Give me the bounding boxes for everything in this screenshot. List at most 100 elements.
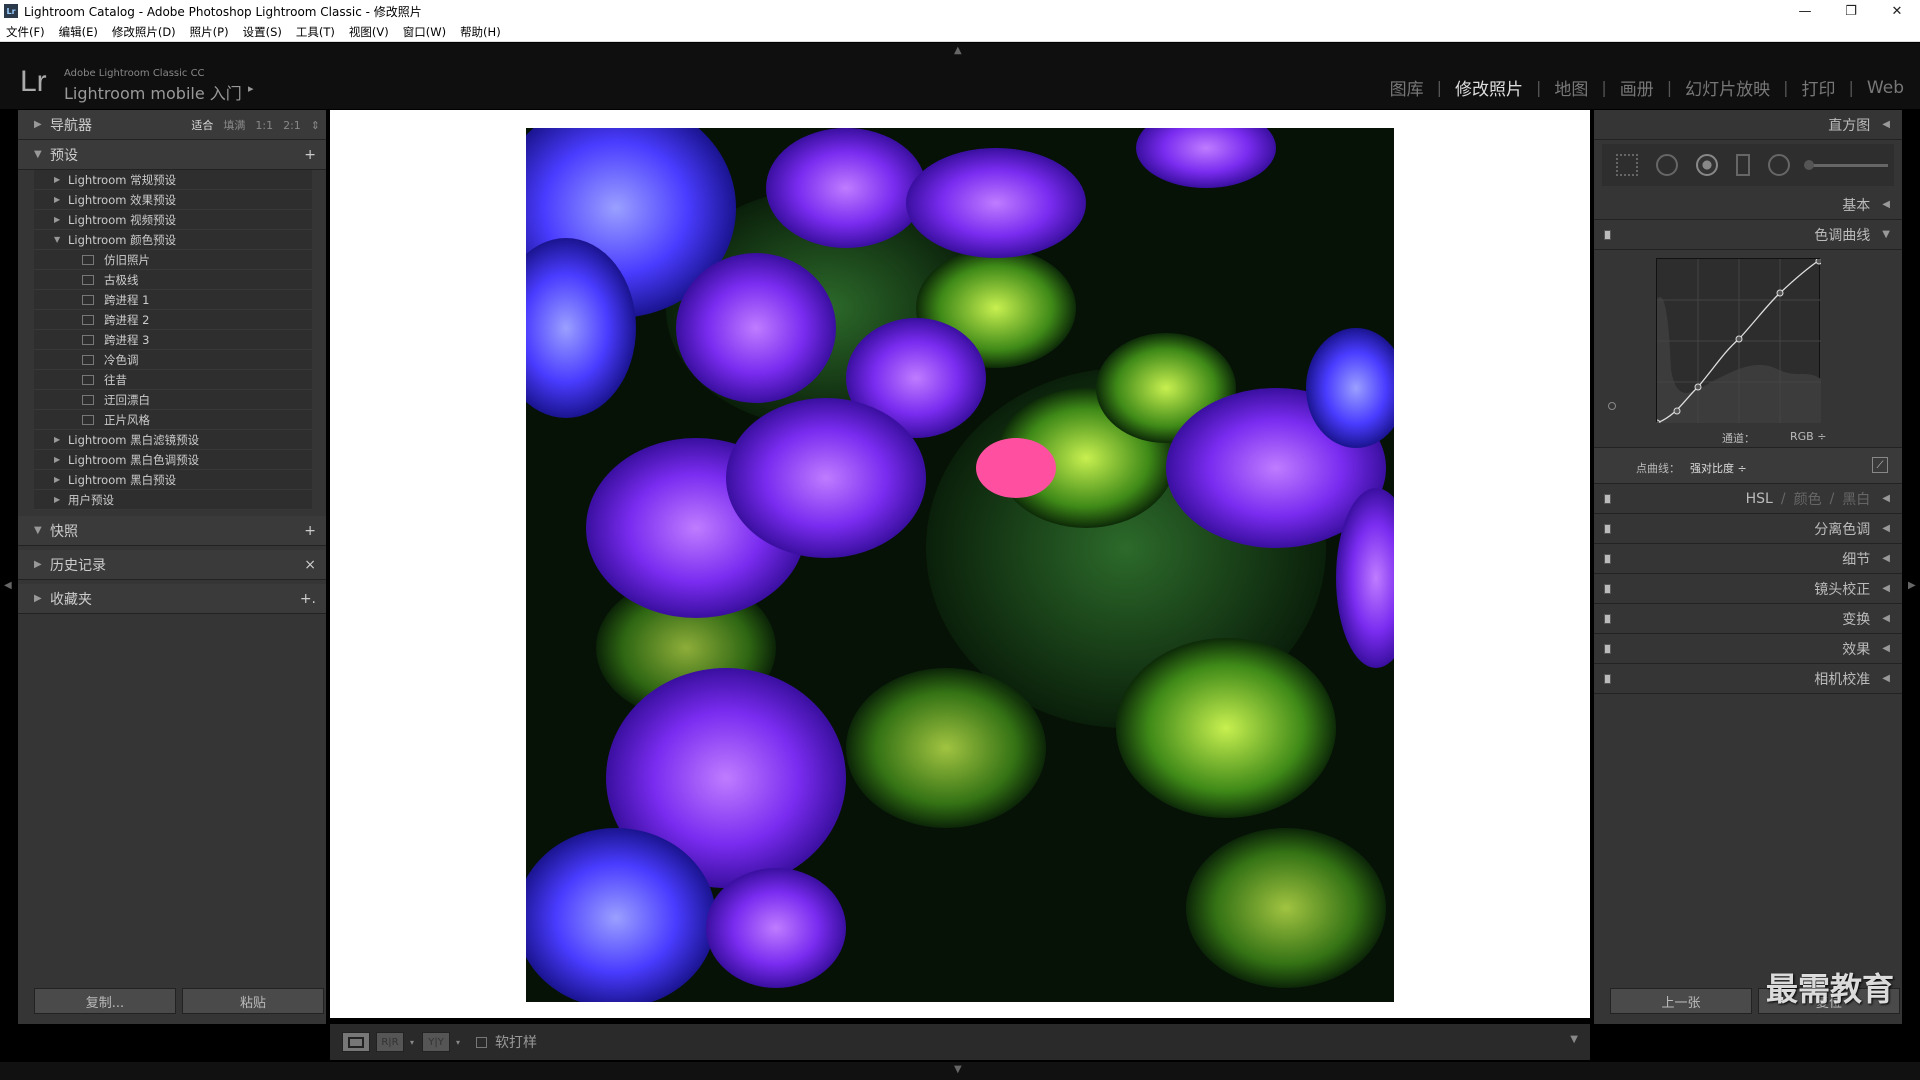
folder-collapsed-icon[interactable]: ▶ [54, 455, 68, 464]
add-snapshot-icon[interactable]: + [304, 523, 316, 539]
panel-on-off-switch[interactable] [1604, 524, 1611, 534]
zoom-fill[interactable]: 填满 [223, 117, 245, 133]
history-header[interactable]: ▶ 历史记录 × [18, 550, 326, 580]
histogram-header[interactable]: 直方图 ◀ [1594, 110, 1902, 140]
soft-proofing-checkbox[interactable] [476, 1036, 488, 1048]
panel-on-off-switch[interactable] [1604, 554, 1611, 564]
module-web[interactable]: Web [1867, 78, 1904, 98]
module-map[interactable]: 地图 [1554, 75, 1588, 100]
panel-on-off-switch[interactable] [1604, 644, 1611, 654]
before-after-swap-button[interactable]: Y|Y [422, 1032, 451, 1052]
preset-item[interactable]: 跨进程 1 [34, 290, 312, 310]
lens-corrections-header[interactable]: 镜头校正 ◀ [1594, 574, 1902, 604]
preset-folder[interactable]: ▶ Lightroom 黑白滤镜预设 [34, 430, 312, 450]
toolbar-options-dropdown-icon[interactable]: ▼ [1570, 1034, 1578, 1045]
red-eye-tool-icon[interactable] [1696, 154, 1718, 176]
menu-develop[interactable]: 修改照片(D) [112, 24, 176, 40]
module-library[interactable]: 图库 [1390, 75, 1424, 100]
module-print[interactable]: 打印 [1802, 75, 1836, 100]
swap-dropdown-icon[interactable]: ▾ [456, 1038, 460, 1047]
menu-help[interactable]: 帮助(H) [460, 24, 501, 40]
preset-folder[interactable]: ▶ Lightroom 常规预设 [34, 170, 312, 190]
close-button[interactable]: ✕ [1874, 0, 1920, 22]
panel-on-off-switch[interactable] [1604, 230, 1611, 240]
hsl-tab[interactable]: HSL [1746, 491, 1773, 507]
preset-item[interactable]: 往昔 [34, 370, 312, 390]
copy-settings-button[interactable]: 复制... [34, 988, 176, 1014]
hsl-header[interactable]: HSL / 颜色 / 黑白 ◀ [1594, 484, 1902, 514]
folder-collapsed-icon[interactable]: ▶ [54, 175, 68, 184]
preset-item[interactable]: 仿旧照片 [34, 250, 312, 270]
point-curve-select[interactable]: 强对比度 ÷ [1690, 460, 1747, 476]
preset-item[interactable]: 古极线 [34, 270, 312, 290]
preset-folder[interactable]: ▶ 用户预设 [34, 490, 312, 510]
preset-item[interactable]: 冷色调 [34, 350, 312, 370]
play-arrow-icon[interactable]: ▸ [248, 82, 254, 95]
adjustment-brush-slider[interactable] [1804, 159, 1888, 170]
left-panel-toggle-icon[interactable]: ◀ [4, 580, 12, 591]
module-book[interactable]: 画册 [1620, 75, 1654, 100]
menu-settings[interactable]: 设置(S) [243, 24, 282, 40]
lightroom-mobile-link[interactable]: Lightroom mobile 入门 [64, 80, 242, 104]
zoom-2-1[interactable]: 2:1 [283, 119, 301, 132]
detail-header[interactable]: 细节 ◀ [1594, 544, 1902, 574]
top-panel-toggle-icon[interactable]: ▲ [954, 45, 962, 56]
menu-file[interactable]: 文件(F) [6, 24, 45, 40]
preset-item[interactable]: 跨进程 3 [34, 330, 312, 350]
tone-curve-graph[interactable] [1653, 257, 1823, 427]
transform-header[interactable]: 变换 ◀ [1594, 604, 1902, 634]
preset-folder[interactable]: ▶ Lightroom 视频预设 [34, 210, 312, 230]
collections-header[interactable]: ▶ 收藏夹 +. [18, 584, 326, 614]
menu-window[interactable]: 窗口(W) [403, 24, 446, 40]
preset-folder[interactable]: ▼ Lightroom 颜色预设 [34, 230, 312, 250]
effects-header[interactable]: 效果 ◀ [1594, 634, 1902, 664]
folder-expanded-icon[interactable]: ▼ [54, 235, 68, 244]
panel-on-off-switch[interactable] [1604, 674, 1611, 684]
paste-settings-button[interactable]: 粘贴 [182, 988, 324, 1014]
image-canvas[interactable] [330, 110, 1590, 1018]
crop-tool-icon[interactable] [1616, 154, 1638, 176]
folder-collapsed-icon[interactable]: ▶ [54, 475, 68, 484]
soft-proofing-toggle[interactable]: 软打样 [476, 1032, 537, 1052]
minimize-button[interactable]: — [1782, 0, 1828, 22]
zoom-fit[interactable]: 适合 [191, 117, 213, 133]
graduated-filter-icon[interactable] [1736, 154, 1750, 176]
split-toning-header[interactable]: 分离色调 ◀ [1594, 514, 1902, 544]
presets-header[interactable]: ▼ 预设 + [18, 140, 326, 170]
navigator-header[interactable]: ▶ 导航器 适合 填满 1:1 2:1 ⇕ [18, 110, 326, 140]
bottom-panel-toggle-icon[interactable]: ▼ [954, 1064, 962, 1075]
panel-on-off-switch[interactable] [1604, 584, 1611, 594]
channel-select[interactable]: RGB ÷ [1790, 430, 1826, 443]
menu-tools[interactable]: 工具(T) [296, 24, 335, 40]
loupe-view-button[interactable] [342, 1032, 370, 1052]
preset-item[interactable]: 正片风格 [34, 410, 312, 430]
bw-tab[interactable]: 黑白 [1842, 489, 1870, 509]
previous-button[interactable]: 上一张 [1610, 988, 1752, 1014]
module-slideshow[interactable]: 幻灯片放映 [1685, 75, 1770, 100]
preset-folder[interactable]: ▶ Lightroom 黑白预设 [34, 470, 312, 490]
zoom-more-icon[interactable]: ⇕ [311, 119, 320, 132]
edit-point-curve-icon[interactable]: ⟋ [1872, 457, 1888, 473]
tone-curve-header[interactable]: 色调曲线 ▼ [1594, 220, 1902, 250]
preset-folder[interactable]: ▶ Lightroom 效果预设 [34, 190, 312, 210]
preset-folder[interactable]: ▶ Lightroom 黑白色调预设 [34, 450, 312, 470]
folder-collapsed-icon[interactable]: ▶ [54, 215, 68, 224]
radial-filter-icon[interactable] [1768, 154, 1790, 176]
before-after-button[interactable]: R|R [376, 1032, 404, 1052]
targeted-adjustment-icon[interactable] [1608, 402, 1616, 410]
basic-header[interactable]: 基本 ◀ [1594, 190, 1902, 220]
snapshots-header[interactable]: ▼ 快照 + [18, 516, 326, 546]
module-develop[interactable]: 修改照片 [1455, 75, 1523, 100]
color-tab[interactable]: 颜色 [1794, 489, 1822, 509]
add-preset-icon[interactable]: + [304, 147, 316, 163]
panel-on-off-switch[interactable] [1604, 494, 1611, 504]
folder-collapsed-icon[interactable]: ▶ [54, 495, 68, 504]
camera-calibration-header[interactable]: 相机校准 ◀ [1594, 664, 1902, 694]
zoom-1-1[interactable]: 1:1 [255, 119, 273, 132]
folder-collapsed-icon[interactable]: ▶ [54, 195, 68, 204]
clear-history-icon[interactable]: × [304, 557, 316, 573]
hydrangea-photo[interactable] [526, 128, 1394, 1002]
preset-item[interactable]: 迂回漂白 [34, 390, 312, 410]
spot-removal-tool-icon[interactable] [1656, 154, 1678, 176]
menu-view[interactable]: 视图(V) [349, 24, 389, 40]
